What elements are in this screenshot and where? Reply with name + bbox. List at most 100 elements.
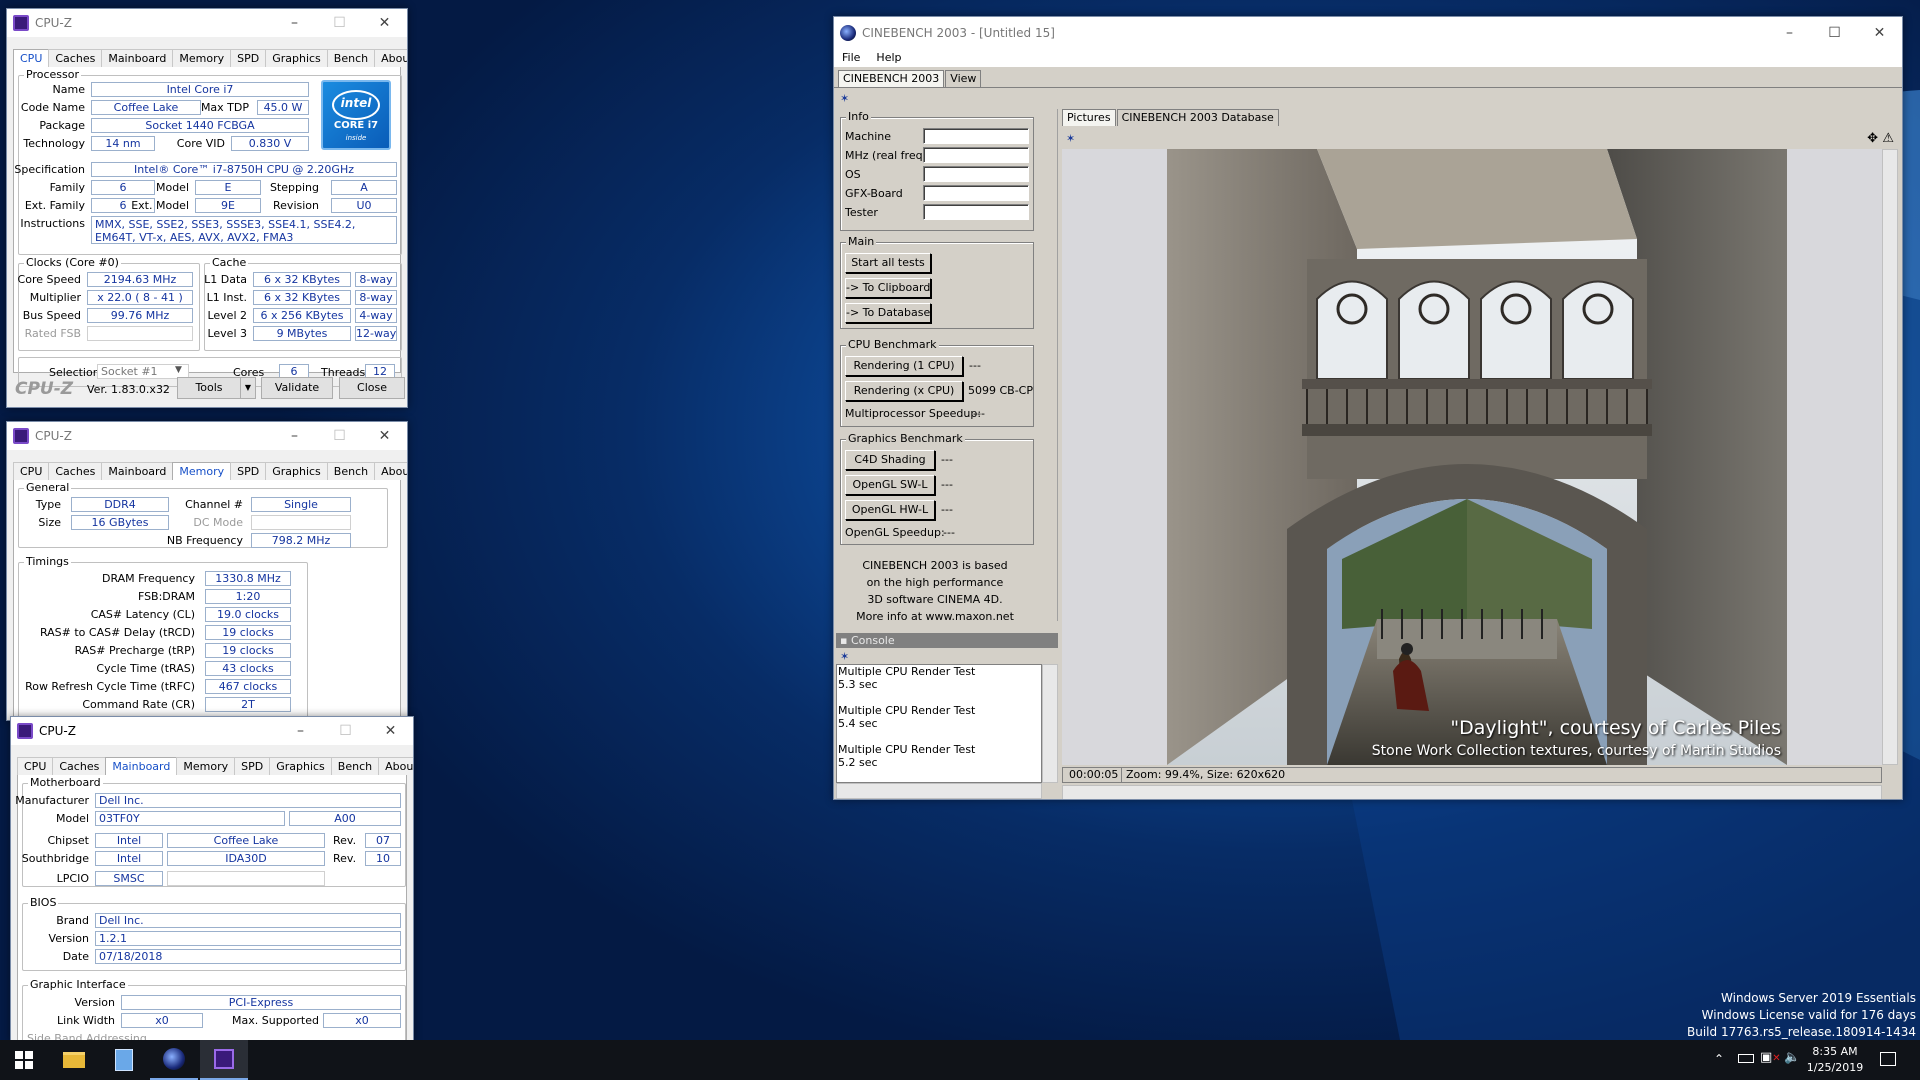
tab-cpu[interactable]: CPU (13, 49, 50, 68)
close-icon[interactable]: ✕ (362, 422, 407, 450)
pin-icon[interactable]: ✶ (840, 651, 853, 662)
manufacturer-value: Dell Inc. (95, 793, 401, 808)
app-taskbar-button[interactable] (100, 1040, 148, 1080)
tab-cinebench[interactable]: CINEBENCH 2003 (838, 70, 945, 87)
tab-mainboard[interactable]: Mainboard (105, 757, 178, 776)
l1d-value: 6 x 32 KBytes (253, 272, 351, 287)
canvas-horizontal-scrollbar[interactable] (1062, 785, 1882, 799)
cas-latency-value: 19.0 clocks (205, 607, 291, 622)
pin-icon[interactable]: ✶ (840, 93, 853, 104)
tester-input[interactable] (923, 204, 1029, 220)
volume-muted-icon[interactable]: 🔈 (1784, 1050, 1800, 1065)
move-icon[interactable]: ✥ (1867, 131, 1878, 146)
tab-mainboard[interactable]: Mainboard (101, 462, 174, 480)
validate-button[interactable]: Validate (261, 377, 333, 399)
file-explorer-taskbar-button[interactable] (50, 1040, 98, 1080)
elapsed-time: 00:00:05 (1069, 768, 1119, 781)
tab-bench[interactable]: Bench (326, 49, 376, 67)
tab-cpu[interactable]: CPU (17, 757, 54, 775)
mhz-input[interactable] (923, 147, 1029, 163)
tab-caches[interactable]: Caches (52, 757, 107, 775)
opengl-speedup-result: --- (943, 526, 955, 539)
tab-graphics[interactable]: Graphics (265, 462, 328, 480)
title-bar[interactable]: CPU-Z – ☐ ✕ (11, 717, 413, 745)
chevron-up-icon[interactable]: ⌃ (1714, 1052, 1724, 1066)
tab-spd[interactable]: SPD (230, 49, 267, 67)
pin-icon[interactable]: ✶ (1066, 133, 1079, 144)
view-tabs: Pictures CINEBENCH 2003 Database (1062, 109, 1280, 126)
tab-bench[interactable]: Bench (326, 462, 376, 480)
tab-about[interactable]: About (374, 462, 407, 480)
tools-button[interactable]: Tools (177, 377, 241, 399)
tab-spd[interactable]: SPD (230, 462, 267, 480)
opengl-hwl-result: --- (941, 503, 953, 516)
tab-memory[interactable]: Memory (172, 462, 232, 481)
tab-memory[interactable]: Memory (172, 49, 232, 67)
rendering-xcpu-result: 5099 CB-CPU (968, 384, 1034, 397)
minimize-icon[interactable]: – (278, 717, 323, 745)
tras-value: 43 clocks (205, 661, 291, 676)
cpu-tab-body: Processor Name Intel Core i7 Code Name C… (13, 67, 402, 387)
tab-spd[interactable]: SPD (234, 757, 271, 775)
rendering-xcpu-button[interactable]: Rendering (x CPU) (845, 381, 963, 401)
network-disconnected-icon[interactable]: ▣✕ (1760, 1050, 1781, 1065)
tab-graphics[interactable]: Graphics (265, 49, 328, 67)
start-all-tests-button[interactable]: Start all tests (845, 253, 931, 273)
cinebench-taskbar-button[interactable] (150, 1040, 198, 1080)
clock[interactable]: 8:35 AM 1/25/2019 (1804, 1044, 1866, 1076)
bullet-icon: ▪ (840, 634, 851, 647)
title-bar[interactable]: CPU-Z – ☐ ✕ (7, 9, 407, 37)
to-clipboard-button[interactable]: -> To Clipboard (845, 278, 931, 298)
close-icon[interactable]: ✕ (362, 9, 407, 37)
tab-cpu[interactable]: CPU (13, 462, 50, 480)
linkwidth-value: x0 (121, 1013, 203, 1028)
minimize-icon[interactable]: – (1767, 19, 1812, 47)
warning-icon[interactable]: ⚠ (1882, 131, 1894, 146)
menu-help[interactable]: Help (868, 48, 909, 67)
tab-pictures[interactable]: Pictures (1062, 109, 1116, 126)
to-database-button[interactable]: -> To Database (845, 303, 931, 323)
menu-file[interactable]: File (834, 48, 868, 67)
os-input[interactable] (923, 166, 1029, 182)
console-output[interactable]: Multiple CPU Render Test 5.3 sec Multipl… (836, 664, 1042, 783)
tab-mainboard[interactable]: Mainboard (101, 49, 174, 67)
window-title: CPU-Z (35, 16, 72, 30)
cpuz-app-icon (17, 723, 33, 739)
rendering-1cpu-button[interactable]: Rendering (1 CPU) (845, 356, 963, 376)
close-icon[interactable]: ✕ (1857, 19, 1902, 47)
tab-graphics[interactable]: Graphics (269, 757, 332, 775)
tab-caches[interactable]: Caches (48, 49, 103, 67)
tab-database[interactable]: CINEBENCH 2003 Database (1116, 109, 1279, 126)
bios-brand-value: Dell Inc. (95, 913, 401, 928)
canvas-vertical-scrollbar[interactable] (1882, 149, 1898, 765)
tab-bench[interactable]: Bench (330, 757, 380, 775)
close-icon[interactable]: ✕ (368, 717, 413, 745)
title-bar[interactable]: CPU-Z – ☐ ✕ (7, 422, 407, 450)
tab-about[interactable]: About (374, 49, 407, 67)
c4d-shading-button[interactable]: C4D Shading (845, 450, 935, 470)
tab-caches[interactable]: Caches (48, 462, 103, 480)
tab-strip: CPU Caches Mainboard Memory SPD Graphics… (13, 462, 407, 481)
tab-memory[interactable]: Memory (176, 757, 236, 775)
minimize-icon[interactable]: – (272, 9, 317, 37)
tab-view[interactable]: View (945, 70, 982, 87)
close-button[interactable]: Close (339, 377, 405, 399)
title-bar[interactable]: CINEBENCH 2003 - [Untitled 15] – ☐ ✕ (834, 17, 1902, 48)
ratedfsb-value (87, 326, 193, 341)
opengl-hwl-button[interactable]: OpenGL HW-L (845, 500, 935, 520)
console-horizontal-scrollbar[interactable] (836, 783, 1042, 799)
tab-about[interactable]: About (378, 757, 413, 775)
maximize-icon[interactable]: ☐ (1812, 19, 1857, 47)
cpuz-taskbar-button[interactable] (200, 1040, 248, 1080)
gfx-board-input[interactable] (923, 185, 1029, 201)
minimize-icon[interactable]: – (272, 422, 317, 450)
battery-icon[interactable] (1738, 1054, 1754, 1063)
notification-icon[interactable] (1880, 1052, 1896, 1066)
chevron-down-icon[interactable]: ▼ (175, 365, 182, 375)
machine-input[interactable] (923, 128, 1029, 144)
taskbar: ⌃ ▣✕ 🔈 8:35 AM 1/25/2019 (0, 1040, 1920, 1080)
tools-dropdown-button[interactable]: ▼ (240, 377, 256, 399)
start-button[interactable] (0, 1040, 48, 1080)
console-vertical-scrollbar[interactable] (1042, 664, 1058, 783)
opengl-swl-button[interactable]: OpenGL SW-L (845, 475, 935, 495)
